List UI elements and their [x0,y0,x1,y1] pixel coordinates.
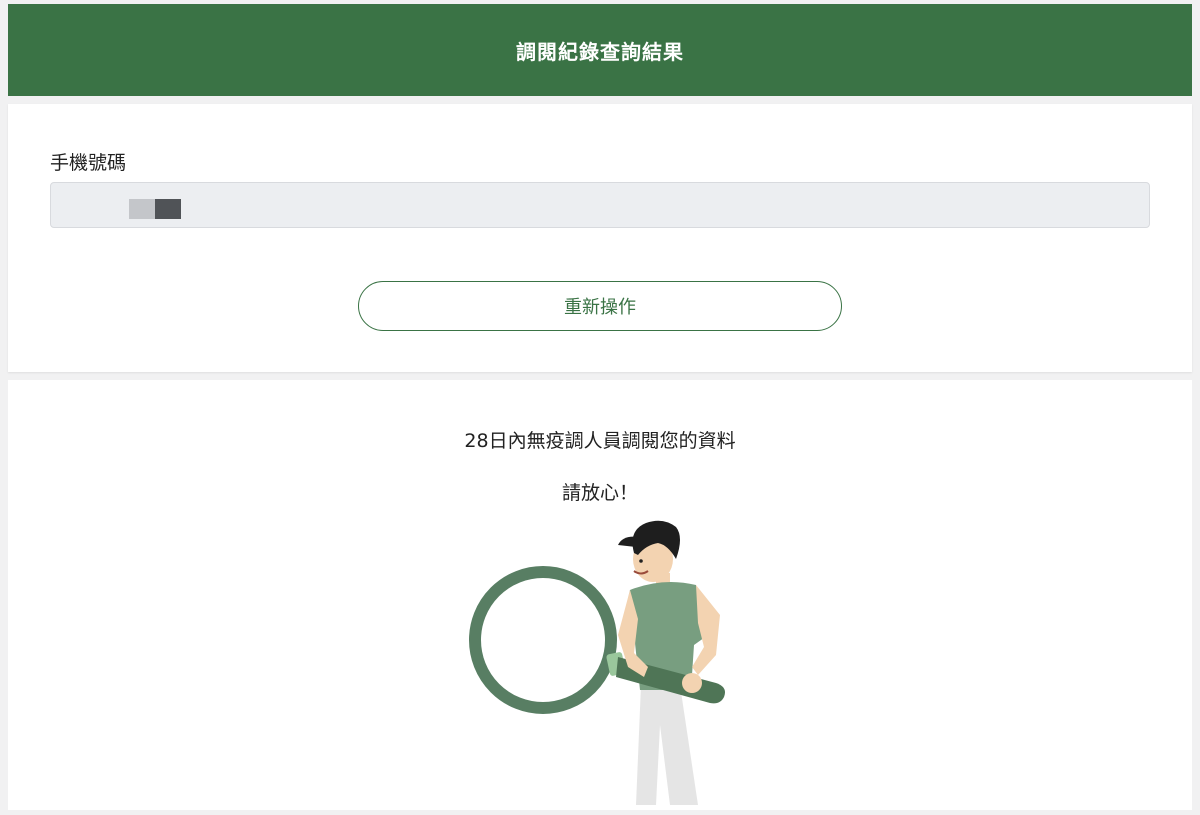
result-card: 28日內無疫調人員調閱您的資料 請放心！ [8,380,1192,810]
magnifier-lens [469,566,617,714]
magnifier-man-illustration [469,520,725,805]
query-card: 手機號碼 重新操作 [8,104,1192,372]
trousers [636,685,698,805]
result-message: 28日內無疫調人員調閱您的資料 [464,430,736,452]
phone-number-field[interactable] [50,182,1150,228]
reassurance-message: 請放心！ [561,482,638,504]
phone-label: 手機號碼 [50,152,127,174]
restart-button[interactable]: 重新操作 [358,281,842,331]
hair-fringe [618,536,638,547]
masked-digits-dark [155,199,181,219]
page-header: 調閱紀錄查詢結果 [8,4,1192,96]
eye [639,559,643,563]
masked-digits-light [129,199,155,219]
right-hand [682,673,702,693]
page-title: 調閱紀錄查詢結果 [516,39,684,64]
